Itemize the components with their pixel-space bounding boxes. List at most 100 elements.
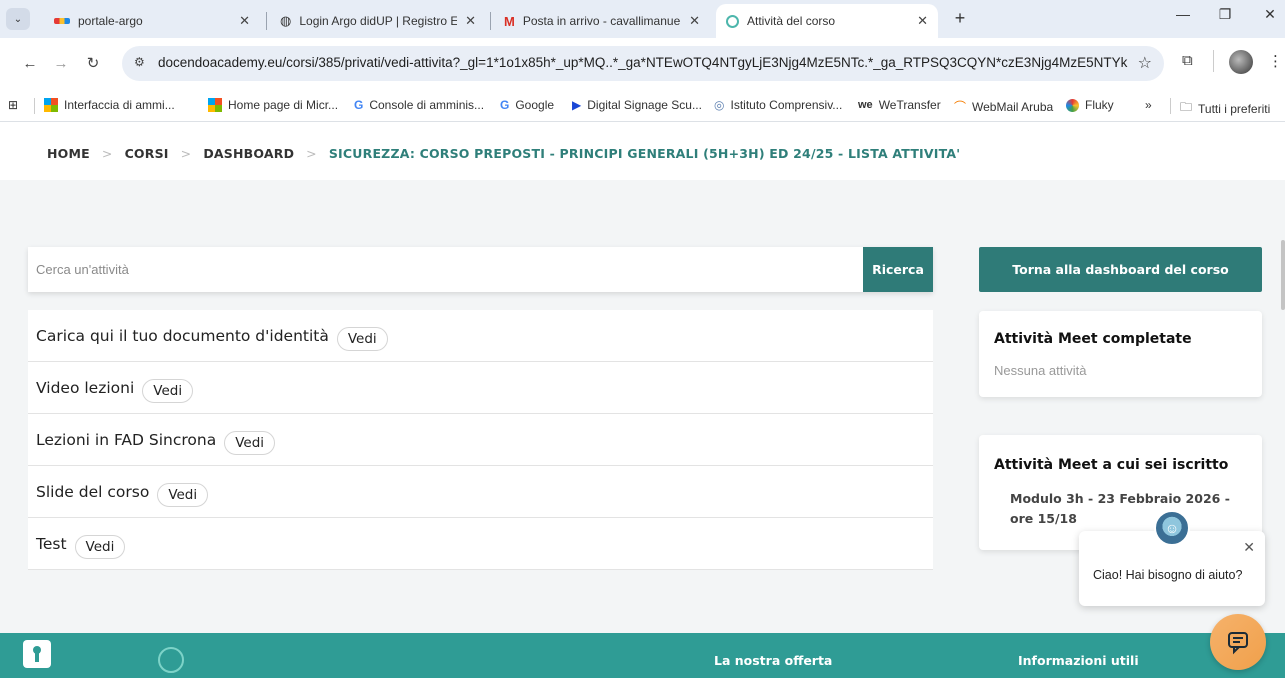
vedi-button[interactable]: Vedi — [74, 534, 126, 559]
search-input[interactable] — [28, 247, 863, 292]
docendo-logo — [158, 647, 184, 673]
breadcrumb: HOME > CORSI > DASHBOARD > SICUREZZA: CO… — [47, 146, 960, 161]
docendo-favicon-icon — [726, 14, 739, 28]
bookmark-wetransfer[interactable]: we WeTransfer — [858, 98, 941, 112]
activity-search: Ricerca — [28, 247, 933, 292]
bookmark-home-microsoft[interactable]: Home page di Micr... — [208, 98, 338, 112]
footer: La nostra offerta Informazioni utili — [0, 633, 1285, 678]
tab-close-icon[interactable]: ✕ — [689, 13, 700, 29]
activity-label: Carica qui il tuo documento d'identità — [36, 326, 329, 345]
tab-title: Attività del corso — [747, 14, 836, 28]
card-title: Attività Meet a cui sei iscritto — [994, 457, 1229, 473]
kebab-menu-icon[interactable]: ⋮ — [1268, 52, 1283, 70]
bookmark-label: Fluky — [1085, 98, 1114, 112]
address-bar[interactable]: ⚙ docendoacademy.eu/corsi/385/privati/ve… — [122, 46, 1164, 81]
minimize-icon[interactable]: — — [1168, 6, 1198, 22]
vedi-button[interactable]: Vedi — [142, 378, 194, 403]
bookmark-console[interactable]: G Console di amminis... — [354, 98, 484, 112]
activity-label: Test — [36, 534, 67, 553]
bookmark-label: Home page di Micr... — [228, 98, 339, 112]
bookmarks-divider — [34, 98, 35, 114]
list-item: Slide del corso Vedi — [28, 466, 933, 518]
bookmarks-bar: ⊞ Interfaccia di ammi... Home page di Mi… — [0, 90, 1285, 122]
bookmark-star-icon[interactable]: ☆ — [1138, 53, 1152, 73]
bookmark-digital-signage[interactable]: ▶ Digital Signage Scu... — [572, 98, 702, 112]
bookmark-label: Console di amminis... — [369, 98, 485, 112]
breadcrumb-bar: HOME > CORSI > DASHBOARD > SICUREZZA: CO… — [0, 122, 1285, 180]
keyhole-svg — [33, 646, 41, 662]
footer-info[interactable]: Informazioni utili — [1018, 653, 1139, 668]
bookmark-istituto[interactable]: ◎ Istituto Comprensiv... — [714, 98, 842, 112]
keyhole-icon[interactable] — [23, 640, 51, 668]
extensions-icon[interactable]: ⧉ — [1182, 52, 1193, 69]
browser-tab-bar: ⌄ portale-argo ✕ ◍ Login Argo didUP | Re… — [0, 0, 1285, 38]
meet-completed-card: Attività Meet completate Nessuna attivit… — [979, 311, 1262, 397]
bookmark-google[interactable]: G Google — [500, 98, 554, 112]
vedi-button[interactable]: Vedi — [336, 326, 388, 351]
chat-svg — [1228, 632, 1248, 655]
all-bookmarks-label: Tutti i preferiti — [1198, 101, 1271, 116]
google-g-icon: G — [354, 98, 364, 112]
empty-state-text: Nessuna attività — [994, 363, 1087, 378]
wetransfer-icon: we — [858, 99, 873, 111]
restore-icon[interactable]: ❐ — [1210, 6, 1240, 23]
apps-grid-icon[interactable]: ⊞ — [8, 98, 18, 112]
bookmark-label: Google — [515, 98, 555, 112]
breadcrumb-corsi[interactable]: CORSI — [125, 146, 169, 161]
meet-module-item[interactable]: Modulo 3h - 23 Febbraio 2026 - ore 15/18 — [1010, 489, 1250, 529]
chatbot-avatar: ☺ — [1154, 510, 1190, 546]
forward-arrow-icon[interactable]: → — [48, 50, 74, 76]
list-item: Carica qui il tuo documento d'identità V… — [28, 310, 933, 362]
tab-login-argo[interactable]: ◍ Login Argo didUP | Registro Ele ✕ — [270, 4, 486, 38]
back-arrow-icon[interactable]: ← — [17, 50, 43, 76]
globe-icon: ◍ — [280, 13, 292, 28]
tab-gmail[interactable]: M Posta in arrivo - cavallimanuela ✕ — [494, 4, 710, 38]
activity-list: Carica qui il tuo documento d'identità V… — [28, 310, 933, 570]
tab-title: Login Argo didUP | Registro Ele — [299, 14, 458, 28]
chat-bubble-icon[interactable] — [1210, 614, 1266, 670]
tab-close-icon[interactable]: ✕ — [239, 13, 250, 29]
reload-icon[interactable]: ↻ — [80, 50, 106, 76]
profile-avatar[interactable] — [1229, 50, 1253, 74]
breadcrumb-home[interactable]: HOME — [47, 146, 90, 161]
breadcrumb-dashboard[interactable]: DASHBOARD — [203, 146, 294, 161]
bookmarks-divider — [1170, 98, 1171, 114]
tab-title: Posta in arrivo - cavallimanuela — [522, 14, 682, 28]
bookmark-webmail-aruba[interactable]: ⌒ WebMail Aruba — [954, 98, 1053, 115]
footer-offerta[interactable]: La nostra offerta — [714, 653, 832, 668]
vedi-button[interactable]: Vedi — [224, 430, 276, 455]
bookmark-label: WeTransfer — [878, 98, 941, 112]
bookmark-label: Interfaccia di ammi... — [64, 98, 175, 112]
tab-attivita-corso[interactable]: Attività del corso ✕ — [716, 4, 938, 38]
tab-portale-argo[interactable]: portale-argo ✕ — [44, 4, 260, 38]
tab-close-icon[interactable]: ✕ — [465, 13, 476, 29]
bookmark-interfaccia[interactable]: Interfaccia di ammi... — [44, 98, 175, 112]
scrollbar-thumb[interactable] — [1281, 240, 1285, 310]
microsoft-logo-icon — [44, 98, 58, 112]
bookmark-label: Digital Signage Scu... — [587, 98, 702, 112]
back-to-dashboard-button[interactable]: Torna alla dashboard del corso — [979, 247, 1262, 292]
card-title: Attività Meet completate — [994, 331, 1192, 347]
breadcrumb-current: SICUREZZA: CORSO PREPOSTI - PRINCIPI GEN… — [328, 146, 961, 161]
new-tab-plus-icon[interactable]: + — [948, 8, 972, 29]
bookmark-fluky[interactable]: Fluky — [1066, 98, 1114, 112]
list-item: Test Vedi — [28, 518, 933, 570]
bookmarks-overflow-icon[interactable]: » — [1145, 98, 1152, 112]
signage-icon: ▶ — [572, 98, 582, 112]
tab-search-button[interactable]: ⌄ — [6, 8, 30, 30]
window-close-icon[interactable]: ✕ — [1255, 6, 1285, 23]
url-text[interactable]: docendoacademy.eu/corsi/385/privati/vedi… — [158, 55, 1128, 70]
site-settings-icon[interactable]: ⚙ — [134, 55, 145, 69]
microsoft-logo-icon — [208, 98, 222, 112]
folder-icon: 🗀 — [1180, 100, 1193, 114]
chat-close-icon[interactable]: ✕ — [1243, 539, 1255, 556]
search-button[interactable]: Ricerca — [863, 247, 933, 292]
chat-message[interactable]: Ciao! Hai bisogno di aiuto? — [1093, 568, 1242, 582]
tab-title: portale-argo — [78, 14, 143, 28]
tab-close-icon[interactable]: ✕ — [917, 13, 928, 29]
all-bookmarks-folder[interactable]: 🗀 Tutti i preferiti — [1180, 98, 1270, 119]
breadcrumb-chevron-icon: > — [306, 146, 317, 161]
vedi-button[interactable]: Vedi — [157, 482, 209, 507]
activity-label: Slide del corso — [36, 482, 150, 501]
fluky-icon — [1066, 98, 1079, 112]
